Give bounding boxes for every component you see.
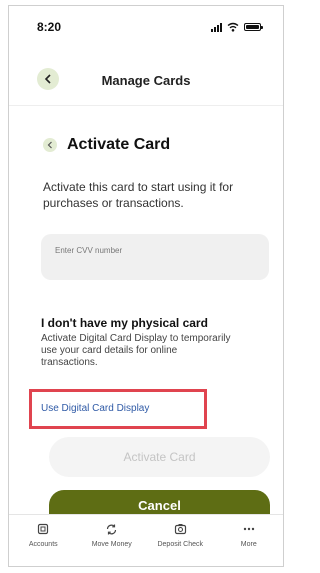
activate-description: Activate this card to start using it for…: [43, 180, 234, 210]
section-title: Activate Card: [67, 136, 171, 153]
status-icons: [211, 22, 263, 32]
tab-more[interactable]: More: [219, 522, 279, 548]
activate-card-panel: Activate Card Activate this card to star…: [9, 106, 283, 520]
tab-label: Move Money: [91, 541, 132, 548]
tab-label: Deposit Check: [157, 541, 204, 548]
digital-card-display-link[interactable]: Use Digital Card Display: [41, 403, 149, 414]
nav-header: Manage Cards: [9, 52, 283, 106]
no-card-heading: I don't have my physical card: [41, 316, 208, 330]
camera-icon: [173, 522, 187, 536]
page-title: Manage Cards: [101, 73, 191, 88]
battery-icon: [244, 23, 263, 31]
tab-accounts[interactable]: Accounts: [13, 522, 73, 548]
tab-deposit-check[interactable]: Deposit Check: [150, 522, 210, 548]
chevron-left-icon: [47, 141, 52, 149]
more-icon: [242, 522, 256, 536]
phone-screen: 8:20 Manage Cards Activate Card Activate…: [8, 5, 284, 567]
cvv-input[interactable]: [41, 234, 269, 280]
wifi-icon: [227, 22, 239, 32]
tab-label: More: [240, 541, 257, 548]
accounts-icon: [36, 522, 50, 536]
status-bar: 8:20: [9, 6, 283, 52]
bottom-tab-bar: Accounts Move Money Deposit Check More: [9, 514, 283, 566]
move-money-icon: [105, 522, 119, 536]
status-time: 8:20: [37, 20, 62, 34]
no-card-description: Activate Digital Card Display to tempora…: [41, 333, 231, 368]
signal-icon: [211, 22, 222, 32]
section-back-button[interactable]: [43, 138, 57, 152]
tab-label: Accounts: [28, 541, 58, 548]
activate-card-button[interactable]: Activate Card: [49, 437, 270, 477]
section-header: Activate Card: [43, 136, 170, 154]
tab-move-money[interactable]: Move Money: [82, 522, 142, 548]
